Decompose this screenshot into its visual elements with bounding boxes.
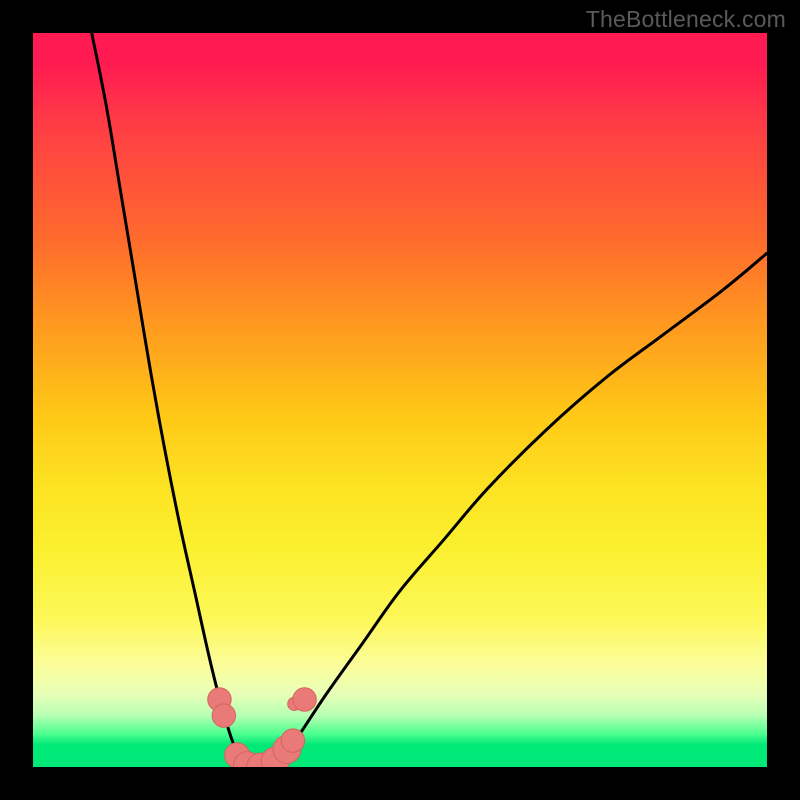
- watermark-text: TheBottleneck.com: [586, 6, 786, 33]
- left-curve: [92, 33, 244, 767]
- data-marker: [281, 729, 304, 752]
- outer-frame: TheBottleneck.com: [0, 0, 800, 800]
- chart-svg: [33, 33, 767, 767]
- curve-layer: [92, 33, 767, 767]
- data-marker: [293, 688, 316, 711]
- marker-layer: [208, 688, 317, 767]
- data-marker: [212, 704, 235, 727]
- plot-area: [33, 33, 767, 767]
- right-curve: [272, 253, 767, 767]
